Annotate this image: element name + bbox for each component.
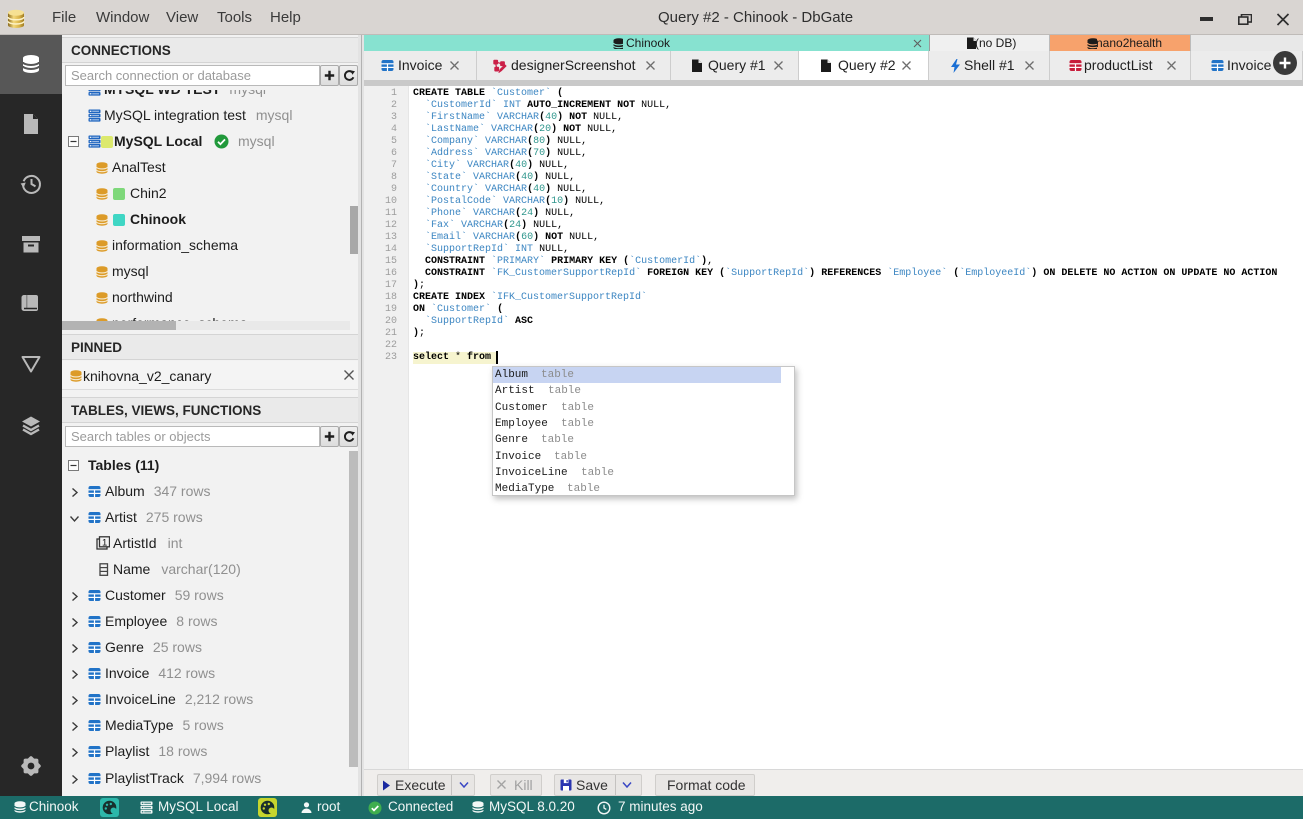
svg-text:1: 1: [102, 537, 107, 548]
